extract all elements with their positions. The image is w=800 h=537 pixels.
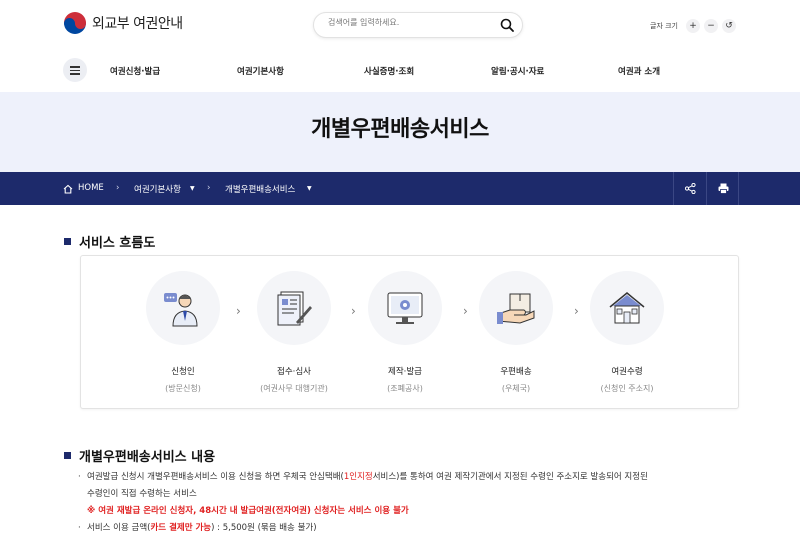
highlight-text: 카드 결제만 가능 [150, 523, 212, 533]
logo-text: 외교부 여권안내 [92, 16, 183, 32]
menu-toggle-button[interactable] [63, 58, 87, 82]
breadcrumb-home[interactable]: HOME [78, 183, 104, 193]
service-description: 여권발급 신청시 개별우편배송서비스 이용 신청을 하면 우체국 안심택배(1인… [78, 469, 748, 537]
nav-item-notice[interactable]: 알림·공시·자료 [491, 65, 544, 77]
search-icon[interactable] [500, 18, 514, 32]
flow-step-receipt: 여권수령 (신청인 주소지) [572, 271, 682, 394]
flow-step-label: 접수·심사 [277, 367, 311, 377]
taegeuk-icon [64, 12, 86, 34]
flow-step-delivery: 우편배송 (우체국) [461, 271, 571, 394]
content-section-title: 개별우편배송서비스 내용 [64, 446, 215, 465]
document-review-icon [277, 291, 312, 326]
search-input[interactable] [328, 18, 488, 27]
breadcrumb-separator-icon: › [207, 183, 211, 193]
hamburger-icon [70, 66, 80, 68]
breadcrumb-separator-icon: › [116, 183, 120, 193]
nav-item-about[interactable]: 여권과 소개 [618, 65, 660, 77]
flow-step-sub: (조폐공사) [387, 384, 423, 393]
dropdown-caret-icon[interactable]: ▼ [307, 185, 312, 192]
flow-step-sub: (여권사무 대행기관) [260, 384, 328, 393]
font-size-label: 글자 크기 [650, 22, 678, 30]
breadcrumb-level1[interactable]: 여권기본사항 [134, 183, 181, 195]
house-icon [609, 292, 645, 324]
production-icon [387, 292, 423, 324]
font-size-controls: 글자 크기 + − ↺ [650, 19, 736, 33]
flow-step-review: 접수·심사 (여권사무 대행기관) [239, 271, 349, 394]
notice-text: ※ 여권 재발급 온라인 신청자, 48시간 내 발급여권(전자여권) 신청자는… [87, 506, 409, 516]
font-decrease-button[interactable]: − [704, 19, 718, 33]
font-reset-button[interactable]: ↺ [722, 19, 736, 33]
nav-item-basics[interactable]: 여권기본사항 [237, 65, 284, 77]
share-icon [685, 183, 696, 194]
flow-step-sub: (우체국) [501, 384, 531, 393]
dropdown-caret-icon[interactable]: ▼ [190, 185, 195, 192]
flow-step-sub: (신청인 주소지) [600, 384, 654, 393]
flow-step-label: 우편배송 [500, 367, 532, 377]
highlight-text: 1인지정 [343, 472, 373, 482]
parcel-delivery-icon [497, 293, 535, 324]
flow-step-label: 여권수령 [611, 367, 643, 377]
nav-item-certificate[interactable]: 사실증명·조회 [364, 65, 414, 77]
breadcrumb-level2[interactable]: 개별우편배송서비스 [225, 183, 295, 195]
share-button[interactable] [673, 172, 706, 205]
search-box [313, 12, 523, 38]
list-item: 여권발급 신청시 개별우편배송서비스 이용 신청을 하면 우체국 안심택배(1인… [78, 469, 748, 503]
site-logo[interactable]: 외교부 여권안내 [64, 12, 183, 34]
print-icon [718, 183, 729, 194]
page-hero: 개별우편배송서비스 [0, 92, 800, 172]
applicant-icon [164, 293, 198, 327]
flow-step-label: 신청인 [171, 367, 195, 377]
service-flow-box: 신청인 (방문신청) › 접수·심사 (여권사무 대행기관) › 제작·발급 (… [80, 255, 739, 409]
home-icon [63, 184, 73, 194]
flow-step-sub: (방문신청) [165, 384, 201, 393]
page-title: 개별우편배송서비스 [311, 117, 489, 142]
nav-item-apply[interactable]: 여권신청·발급 [110, 65, 160, 77]
print-button[interactable] [706, 172, 739, 205]
flow-step-production: 제작·발급 (조폐공사) [350, 271, 460, 394]
flow-step-applicant: 신청인 (방문신청) [128, 271, 238, 394]
breadcrumb: HOME › 여권기본사항 ▼ › 개별우편배송서비스 ▼ [0, 172, 800, 205]
flow-section-title: 서비스 흐름도 [64, 232, 155, 251]
flow-step-label: 제작·발급 [388, 367, 422, 377]
list-item: 서비스 이용 금액(카드 결제만 가능) : 5,500원 (묶음 배송 불가) [78, 520, 748, 537]
font-increase-button[interactable]: + [686, 19, 700, 33]
site-header: 외교부 여권안내 글자 크기 + − ↺ [0, 0, 800, 50]
